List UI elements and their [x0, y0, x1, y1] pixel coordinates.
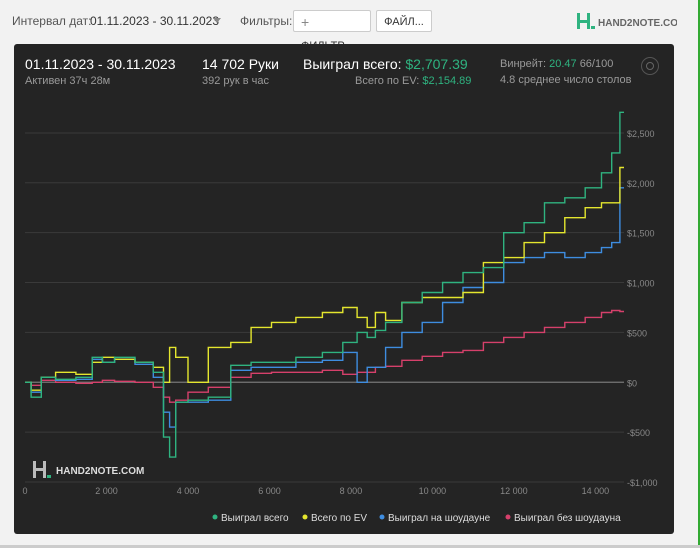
x-tick-label: 2 000	[95, 486, 118, 496]
legend-item[interactable]: Выиграл на шоудауне	[388, 513, 491, 524]
chart-grid	[25, 132, 624, 483]
x-tick-label: 14 000	[582, 486, 610, 496]
watermark-bar-right	[43, 461, 46, 478]
legend-dot	[212, 514, 218, 520]
series-line	[25, 309, 624, 403]
y-tick-label: $2,500	[627, 129, 655, 139]
y-tick-label: $0	[627, 378, 637, 388]
series-line	[25, 111, 624, 458]
legend-item[interactable]: Выиграл без шоудауна	[514, 512, 621, 524]
x-tick-label: 0	[22, 486, 27, 496]
x-tick-label: 4 000	[177, 486, 200, 496]
y-tick-label: $500	[627, 328, 647, 338]
y-tick-label: $1,500	[627, 229, 655, 239]
watermark-bar-left	[33, 461, 36, 478]
y-tick-label: -$1,000	[627, 478, 658, 488]
legend-dot	[505, 514, 511, 520]
x-tick-label: 8 000	[340, 486, 363, 496]
chart-legend: Выиграл всего Всего по EV Выиграл на шоуда…	[212, 512, 621, 524]
y-tick-label: -$500	[627, 428, 650, 438]
legend-item[interactable]: Выиграл всего	[221, 513, 289, 524]
chart-series	[25, 111, 624, 458]
y-axis-ticks: $2,500 $2,000 $1,500 $1,000 $500 $0 -$500 -$1,0…	[627, 129, 658, 488]
profit-chart: 02 000 4 000 6 000 8 000 10 000 12 000 14 000 …	[22, 111, 658, 524]
watermark-text: HAND2NOTE.COM	[56, 466, 144, 477]
y-tick-label: $1,000	[627, 279, 655, 289]
chart-watermark: HAND2NOTE.COM	[33, 461, 144, 478]
watermark-accent	[47, 475, 51, 478]
series-line	[25, 187, 624, 428]
x-tick-label: 12 000	[500, 486, 528, 496]
y-tick-label: $2,000	[627, 179, 655, 189]
legend-item[interactable]: Всего по EV	[311, 513, 367, 524]
x-axis-ticks: 0 2 000 4 000 6 000 8 000 10 000 12 000 14 000	[22, 486, 609, 496]
legend-dot	[379, 514, 385, 520]
x-tick-label: 10 000	[419, 486, 447, 496]
watermark-bar-mid	[36, 468, 43, 471]
x-tick-label: 6 000	[258, 486, 281, 496]
legend-dot	[302, 514, 308, 520]
